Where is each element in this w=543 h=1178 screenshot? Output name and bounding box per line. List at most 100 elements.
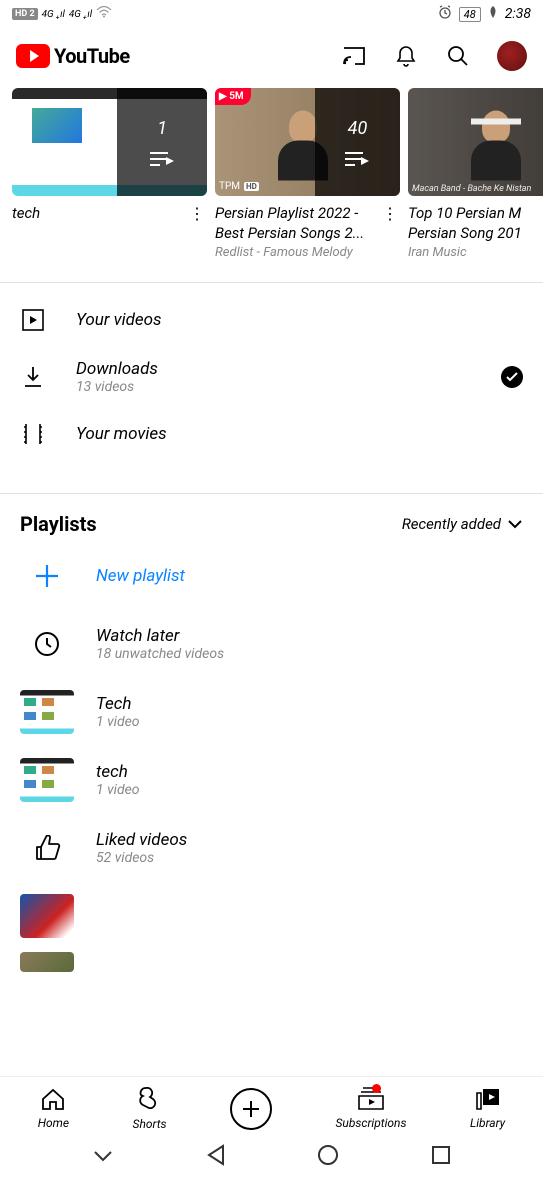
signal-2: 4G ₊ıl (69, 9, 92, 20)
status-right: 48 2:38 (437, 4, 531, 24)
card-menu-icon[interactable]: ⋮ (187, 204, 207, 224)
playlist-title: Liked videos (96, 830, 187, 850)
playlist-icon (345, 151, 369, 167)
carousel-subtitle: Iran Music (408, 245, 543, 260)
sys-recent-icon[interactable] (431, 1145, 451, 1169)
nav-library[interactable]: Library (470, 1087, 505, 1130)
playlists-heading: Playlists (20, 512, 97, 536)
card-menu-icon[interactable]: ⋮ (380, 204, 400, 260)
account-avatar[interactable] (497, 41, 527, 71)
playlist-row[interactable]: Tech 1 video (0, 678, 543, 746)
thumb-caption: Macan Band - Bache Ke Nistan (412, 184, 531, 194)
row-title: Downloads (76, 359, 471, 379)
playlist-count: 1 (157, 118, 167, 139)
cast-icon[interactable] (341, 43, 367, 69)
playlist-thumb (20, 952, 74, 972)
app-bar: YouTube (0, 28, 543, 84)
film-icon (20, 423, 46, 445)
status-bar: HD 2 4G ₊ıl 4G ₊ıl 48 2:38 (0, 0, 543, 28)
carousel-title: Top 10 Persian M Persian Song 201 (408, 204, 543, 243)
playlist-icon (150, 151, 174, 167)
carousel-thumb[interactable]: Macan Band - Bache Ke Nistan (408, 88, 543, 196)
sort-control[interactable]: Recently added (402, 515, 523, 533)
sys-chevron-down-icon[interactable] (92, 1148, 114, 1167)
playlist-row[interactable]: tech 1 video (0, 746, 543, 814)
plus-icon (20, 554, 74, 598)
download-icon (20, 366, 46, 388)
check-badge-icon (501, 366, 523, 388)
your-movies-row[interactable]: Your movies (0, 409, 543, 459)
nav-label: Library (470, 1116, 505, 1130)
playlist-title: Watch later (96, 626, 224, 646)
carousel-thumb[interactable]: 1 (12, 88, 207, 196)
sys-back-icon[interactable] (206, 1144, 226, 1170)
create-icon (230, 1088, 272, 1130)
sort-label: Recently added (402, 515, 501, 533)
youtube-logo[interactable]: YouTube (16, 44, 130, 68)
battery-indicator: 48 (459, 7, 481, 22)
library-menu: Your videos Downloads 13 videos Your mov… (0, 283, 543, 471)
nav-shorts[interactable]: Shorts (133, 1086, 167, 1131)
search-icon[interactable] (445, 43, 471, 69)
playlist-subtitle: 18 unwatched videos (96, 646, 224, 662)
carousel-thumb[interactable]: ▶ 5M TPM HD 40 (215, 88, 400, 196)
carousel-subtitle: Redlist - Famous Melody (215, 245, 376, 260)
carousel-title: tech (12, 204, 183, 224)
nav-label: Subscriptions (335, 1116, 406, 1130)
chevron-down-icon (507, 515, 523, 533)
your-videos-row[interactable]: Your videos (0, 295, 543, 345)
history-carousel[interactable]: 1 tech ⋮ ▶ 5M TPM HD 40 (0, 84, 543, 260)
hd-badge: HD 2 (12, 8, 38, 20)
playlist-count: 40 (348, 118, 368, 139)
carousel-card[interactable]: 1 tech ⋮ (12, 88, 207, 260)
notification-dot (372, 1084, 381, 1093)
leaf-icon (487, 5, 499, 23)
new-playlist-label: New playlist (96, 566, 185, 586)
nav-subscriptions[interactable]: Subscriptions (335, 1087, 406, 1130)
playlist-subtitle: 1 video (96, 782, 140, 798)
row-subtitle: 13 videos (76, 379, 471, 395)
nav-label: Home (38, 1116, 69, 1130)
signal-1: 4G ₊ıl (42, 9, 65, 20)
library-icon (475, 1087, 501, 1114)
system-nav (0, 1136, 543, 1178)
playlist-row[interactable] (0, 950, 543, 974)
notifications-icon[interactable] (393, 43, 419, 69)
watch-later-row[interactable]: Watch later 18 unwatched videos (0, 610, 543, 678)
bottom-nav: Home Shorts Subscriptions Library (0, 1076, 543, 1136)
carousel-card[interactable]: Macan Band - Bache Ke Nistan Top 10 Pers… (408, 88, 543, 260)
downloads-row[interactable]: Downloads 13 videos (0, 345, 543, 409)
playlist-subtitle: 1 video (96, 714, 140, 730)
playlist-title: tech (96, 762, 140, 782)
playlist-thumb (20, 690, 74, 734)
playlist-title: Tech (96, 694, 140, 714)
subscriptions-icon (357, 1087, 385, 1114)
carousel-title: Persian Playlist 2022 - Best Persian Son… (215, 204, 376, 243)
clock-icon (20, 622, 74, 666)
liked-videos-row[interactable]: Liked videos 52 videos (0, 814, 543, 882)
home-icon (40, 1087, 66, 1114)
channel-watermark: TPM HD (219, 181, 259, 192)
alarm-icon (437, 4, 453, 24)
nav-home[interactable]: Home (38, 1087, 69, 1130)
row-title: Your videos (76, 310, 523, 330)
wifi-icon (96, 6, 112, 22)
shorts-icon (138, 1086, 162, 1115)
nav-label: Shorts (133, 1117, 167, 1131)
status-left: HD 2 4G ₊ıl 4G ₊ıl (12, 6, 112, 22)
sys-home-icon[interactable] (317, 1144, 339, 1170)
brand-text: YouTube (54, 44, 130, 68)
thumbs-up-icon (20, 826, 74, 870)
playlist-thumb (20, 894, 74, 938)
playlist-subtitle: 52 videos (96, 850, 187, 866)
playlist-row[interactable] (0, 882, 543, 950)
playlist-thumb (20, 758, 74, 802)
carousel-card[interactable]: ▶ 5M TPM HD 40 Persian Playlist 2022 - B… (215, 88, 400, 260)
nav-create[interactable] (230, 1088, 272, 1130)
new-playlist-row[interactable]: New playlist (0, 542, 543, 610)
views-badge: ▶ 5M (215, 88, 251, 105)
play-outline-icon (20, 309, 46, 331)
row-title: Your movies (76, 424, 523, 444)
playlists-header: Playlists Recently added (0, 494, 543, 542)
clock-time: 2:38 (505, 6, 531, 22)
